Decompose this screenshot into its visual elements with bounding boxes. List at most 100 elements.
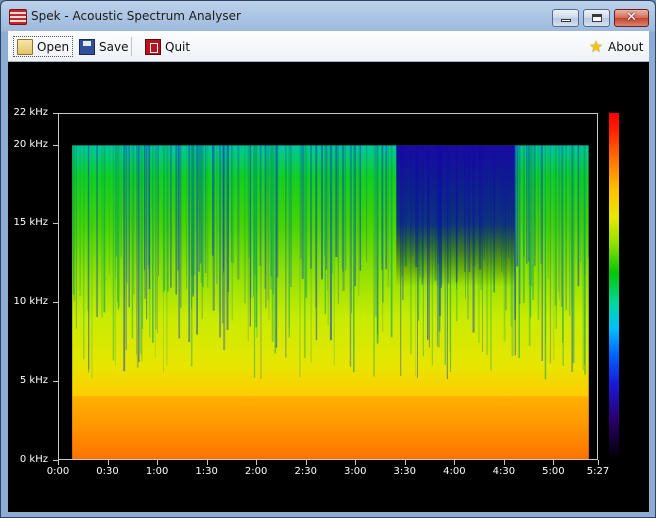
spectrogram-streak	[247, 145, 250, 258]
spectrogram-streak	[345, 145, 347, 271]
spectrogram-streak	[178, 145, 181, 339]
x-tick-label: 3:00	[344, 466, 367, 477]
spectrogram-streak	[353, 145, 355, 373]
window-title: Spek - Acoustic Spectrum Analyser	[31, 9, 241, 23]
open-button[interactable]: Open	[13, 36, 74, 57]
x-tick-mark	[355, 460, 357, 465]
x-tick-mark	[553, 460, 555, 465]
spectrogram-streak	[582, 145, 585, 370]
spectrogram-streak	[128, 145, 130, 308]
about-button[interactable]: ★ About	[585, 36, 646, 57]
spectrogram-streak	[305, 145, 308, 298]
floppy-icon	[79, 38, 95, 55]
spectrogram-streak	[534, 145, 536, 266]
spectrogram-streak	[249, 145, 251, 327]
y-tick-mark	[53, 302, 58, 304]
spectrogram-streak	[288, 145, 290, 338]
spectrogram-streak	[75, 145, 77, 329]
spectrogram-streak	[300, 145, 302, 259]
spectrogram-streak	[237, 145, 240, 280]
maximize-button[interactable]	[583, 9, 610, 27]
spectrogram-streak	[274, 145, 277, 354]
spectrogram-streak	[126, 145, 127, 277]
x-tick-label: 0:30	[96, 466, 119, 477]
spectrogram-streak	[588, 145, 589, 259]
spectrogram-streak	[118, 145, 120, 307]
quit-label: Quit	[165, 39, 191, 54]
spectrogram-streak	[227, 145, 229, 292]
x-tick-mark	[503, 460, 505, 465]
spectrogram-streak	[577, 145, 579, 268]
spectrogram-streak	[91, 145, 93, 379]
spectrogram-streak	[216, 145, 218, 285]
spectrogram-streak	[526, 145, 528, 264]
spectrogram-streak	[231, 145, 232, 263]
spectrogram-streak	[376, 145, 379, 344]
spectrogram-streak	[259, 145, 262, 266]
spectrogram-streak	[381, 145, 383, 270]
x-tick-label: 4:00	[443, 466, 466, 477]
spectrogram-streak	[120, 145, 122, 257]
spectrogram-stripes	[72, 145, 589, 459]
title-bar[interactable]: Spek - Acoustic Spectrum Analyser ✕	[1, 1, 655, 31]
spectrogram-streak	[528, 145, 531, 346]
spectrogram-streak	[198, 145, 201, 272]
spectrogram-streak	[331, 145, 333, 274]
spectrogram-streak	[285, 145, 287, 358]
x-tick-label: 1:00	[145, 466, 169, 477]
x-tick-mark	[256, 460, 258, 465]
star-icon: ★	[588, 36, 604, 56]
x-tick-mark	[598, 460, 599, 465]
minimize-button[interactable]	[552, 9, 579, 27]
spectrogram-streak	[136, 145, 137, 355]
spectrogram-streak	[549, 145, 552, 364]
x-tick-label: 2:30	[294, 466, 317, 477]
spectrogram-streak	[188, 145, 191, 343]
folder-icon	[17, 38, 33, 55]
spectrogram-streak	[321, 145, 323, 280]
spectrogram-streak	[387, 145, 389, 287]
save-button[interactable]: Save	[76, 36, 131, 57]
spectrogram-streak	[301, 145, 304, 279]
spectrogram-streak	[133, 145, 135, 295]
spectrogram-streak	[200, 145, 203, 284]
spectrogram-streak	[204, 145, 207, 274]
x-tick-label: 3:30	[393, 466, 417, 477]
spectrogram-streak	[175, 145, 177, 295]
spectrogram-streak	[373, 145, 375, 377]
x-tick-label: 2:00	[244, 466, 268, 477]
close-button[interactable]: ✕	[614, 9, 649, 27]
y-tick-label: 15 kHz	[13, 217, 48, 229]
spectrogram-streak	[571, 145, 572, 308]
spectrogram-streak	[115, 145, 118, 257]
spectrogram-streak	[304, 145, 306, 358]
spectrogram-streak	[272, 145, 274, 295]
open-label: Open	[37, 39, 70, 54]
toolbar-separator	[131, 37, 132, 56]
spectrogram-image	[72, 145, 589, 459]
exit-icon	[145, 38, 161, 55]
y-tick-mark	[53, 113, 58, 114]
spectrogram-streak	[359, 145, 362, 271]
spectrogram-streak	[342, 145, 344, 272]
spectrogram-streak	[164, 145, 166, 291]
spectrogram-streak	[276, 145, 279, 278]
x-tick-mark	[58, 460, 59, 465]
x-tick-mark	[305, 460, 307, 465]
spectrogram-panel: 22 kHz 20 kHz 15 kHz 10 kHz 5 kHz 0 kHz 0:00 0:…	[8, 62, 649, 512]
spectrogram-streak	[191, 145, 192, 309]
spectrogram-streak	[79, 145, 81, 296]
quit-button[interactable]: Quit	[142, 36, 193, 57]
spectrogram-streak	[349, 145, 352, 367]
spectrogram-streak	[333, 145, 335, 366]
spectrogram-streak	[290, 145, 292, 288]
spectrogram-streak	[155, 145, 157, 330]
toolbar: Open Save Quit ★ About	[8, 31, 649, 62]
x-tick-label: 5:27	[586, 466, 610, 477]
spectrogram-streak	[299, 145, 301, 378]
spectrogram-streak	[532, 145, 534, 300]
spectrogram-streak	[123, 145, 126, 372]
spectrogram-streak	[186, 145, 187, 289]
spectrogram-streak	[87, 145, 89, 311]
save-label: Save	[99, 39, 129, 54]
